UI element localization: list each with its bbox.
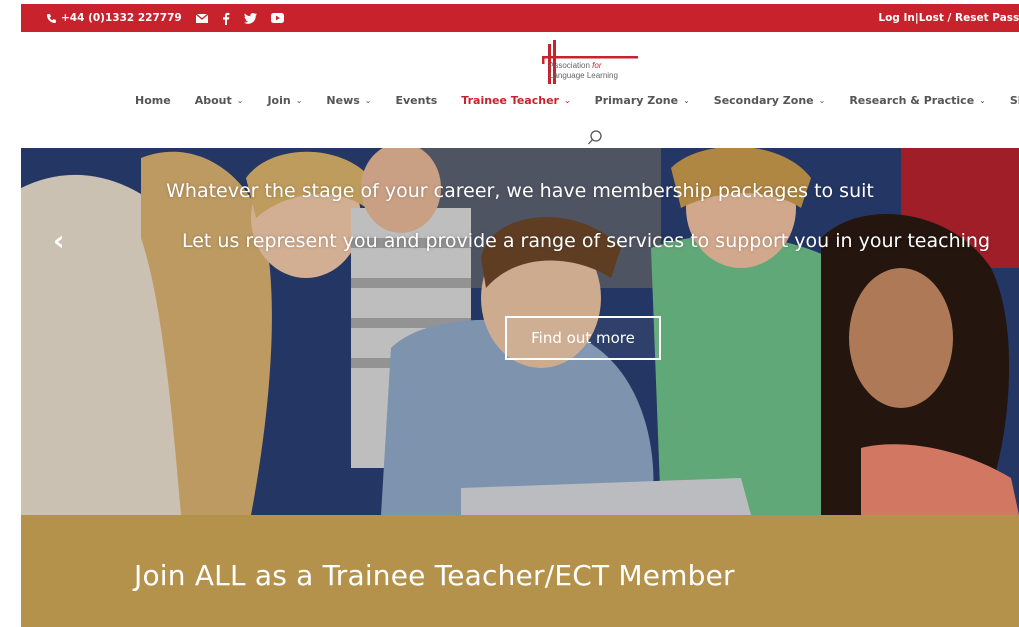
nav-item-label: Primary Zone — [594, 94, 679, 107]
chevron-down-icon: ⌄ — [236, 96, 244, 105]
chevron-down-icon: ⌄ — [818, 96, 826, 105]
nav-item-label: Secondary Zone — [713, 94, 814, 107]
nav-item-label: About — [194, 94, 232, 107]
nav-item-label: Research & Practice — [849, 94, 975, 107]
nav-item-label: Shop — [1009, 94, 1019, 107]
hero-slider: ‹ Whatever the stage of your career, we … — [21, 148, 1019, 515]
main-nav: Home About ⌄ Join ⌄ News ⌄ Events Trainee Teache… — [135, 94, 1019, 107]
phone-number: +44 (0)1332 227779 — [61, 12, 182, 24]
facebook-icon[interactable] — [222, 12, 230, 25]
reset-password-link[interactable]: Lost / Reset Passw — [919, 12, 1019, 24]
hero-heading: Whatever the stage of your career, we ha… — [166, 180, 874, 202]
hero-subheading: Let us represent you and provide a range… — [181, 230, 991, 252]
page: +44 (0)1332 227779 Log In | Lost / Reset… — [21, 4, 1019, 627]
chevron-down-icon: ⌄ — [364, 96, 372, 105]
nav-item-home[interactable]: Home — [135, 94, 171, 107]
nav-item-shop[interactable]: Shop — [1010, 94, 1019, 107]
chevron-down-icon: ⌄ — [563, 96, 571, 105]
twitter-icon[interactable] — [243, 12, 257, 24]
chevron-down-icon: ⌄ — [979, 96, 986, 105]
nav-item-about[interactable]: About ⌄ — [195, 94, 244, 107]
nav-item-events[interactable]: Events — [396, 94, 438, 107]
youtube-icon[interactable] — [270, 13, 284, 23]
chevron-down-icon: ⌄ — [683, 96, 690, 105]
membership-band: Join ALL as a Trainee Teacher/ECT Member — [21, 515, 1019, 627]
contact-bar: +44 (0)1332 227779 — [46, 4, 284, 32]
account-links: Log In | Lost / Reset Passw — [878, 4, 1019, 32]
nav-item-label: Events — [395, 94, 438, 107]
nav-item-secondary-zone[interactable]: Secondary Zone ⌄ — [714, 94, 826, 107]
top-bar: +44 (0)1332 227779 Log In | Lost / Reset… — [21, 4, 1019, 32]
chevron-down-icon: ⌄ — [295, 96, 303, 105]
nav-item-label: Join — [267, 94, 291, 107]
chevron-left-icon[interactable]: ‹ — [53, 224, 65, 257]
band-title: Join ALL as a Trainee Teacher/ECT Member — [134, 559, 735, 592]
logo-line1: Association — [549, 61, 593, 70]
login-link[interactable]: Log In — [878, 12, 914, 24]
nav-item-label: News — [326, 94, 360, 107]
nav-item-label: Home — [135, 94, 171, 107]
nav-item-news[interactable]: News ⌄ — [326, 94, 371, 107]
phone-icon — [46, 13, 57, 24]
search-icon[interactable] — [587, 129, 603, 147]
phone-link[interactable]: +44 (0)1332 227779 — [46, 12, 182, 24]
site-header: Association for Language Learning Home Ab… — [21, 32, 1019, 148]
logo-for: for — [592, 61, 602, 70]
nav-item-research-practice[interactable]: Research & Practice ⌄ — [849, 94, 986, 107]
mail-icon[interactable] — [195, 13, 208, 23]
logo-line2: Language Learning — [549, 71, 618, 80]
nav-item-join[interactable]: Join ⌄ — [267, 94, 302, 107]
nav-item-primary-zone[interactable]: Primary Zone ⌄ — [595, 94, 690, 107]
nav-item-label: Trainee Teacher — [461, 94, 559, 107]
logo-text: Association for Language Learning — [549, 61, 618, 81]
find-out-more-button[interactable]: Find out more — [505, 316, 661, 360]
nav-item-trainee-teacher[interactable]: Trainee Teacher ⌄ — [461, 94, 570, 107]
